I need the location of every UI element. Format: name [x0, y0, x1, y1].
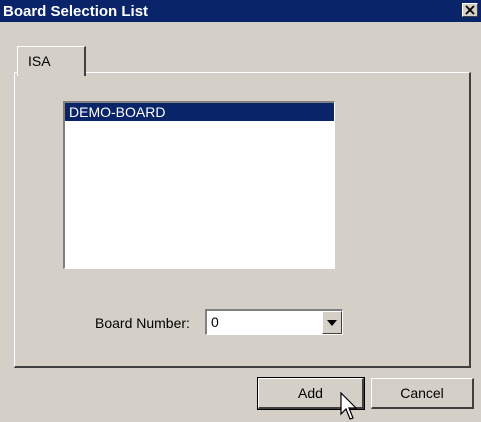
close-icon — [465, 5, 475, 15]
board-number-label: Board Number: — [95, 315, 190, 331]
list-item-label: DEMO-BOARD — [69, 104, 166, 120]
dialog-window: Board Selection List ISA DEMO-BOARD Boar… — [0, 0, 481, 422]
mouse-pointer-icon — [340, 392, 358, 420]
title-bar[interactable]: Board Selection List — [0, 0, 481, 22]
chevron-down-icon — [327, 319, 337, 326]
tab-label: ISA — [28, 53, 51, 69]
list-item[interactable]: DEMO-BOARD — [65, 103, 334, 121]
close-button[interactable] — [462, 3, 478, 17]
board-number-select[interactable]: 0 — [205, 309, 343, 335]
tab-isa[interactable]: ISA — [17, 46, 86, 76]
board-listbox[interactable]: DEMO-BOARD — [63, 101, 335, 269]
dropdown-button[interactable] — [322, 311, 342, 334]
cancel-button[interactable]: Cancel — [371, 378, 474, 409]
window-title: Board Selection List — [3, 3, 149, 20]
board-number-value: 0 — [211, 314, 219, 330]
